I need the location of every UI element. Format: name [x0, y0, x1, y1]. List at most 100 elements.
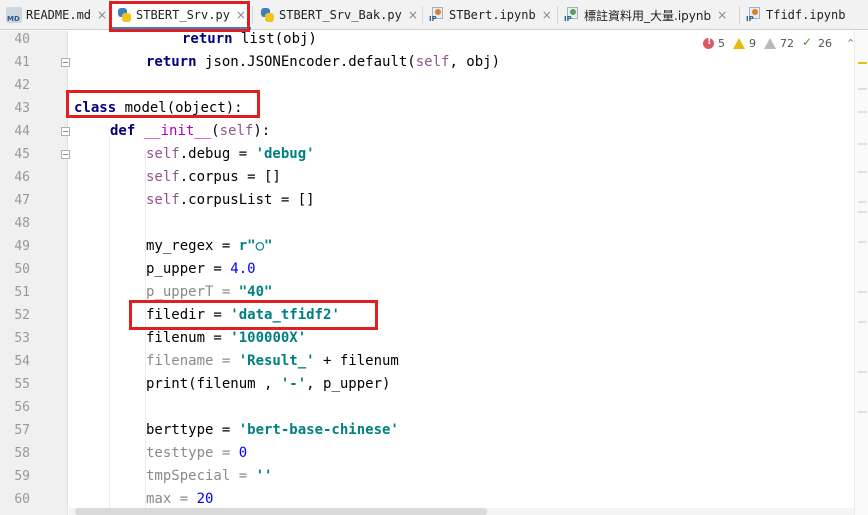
code-token: def: [110, 123, 136, 139]
typo-count[interactable]: 26: [802, 35, 832, 50]
code-token: testtype =: [146, 445, 239, 461]
code-editor[interactable]: return list(obj) return json.JSONEncoder.…: [69, 31, 854, 515]
code-token: self: [219, 123, 254, 139]
tab-stbert-notebook[interactable]: IP STBert.ipynb ×: [423, 0, 556, 30]
notebook-file-icon: IP: [564, 7, 580, 23]
line-number: 59: [14, 469, 30, 484]
tab-label: STBERT_Srv.py: [136, 8, 230, 22]
line-number: 52: [14, 308, 30, 323]
code-token: class: [74, 100, 117, 116]
code-line[interactable]: return list(obj): [182, 28, 317, 51]
close-icon[interactable]: ×: [97, 8, 107, 22]
indent-guide: [109, 136, 110, 515]
line-number: 50: [14, 262, 30, 277]
weak-warning-icon: [764, 37, 776, 49]
weak-warning-marker[interactable]: [858, 201, 867, 203]
code-token: filename =: [146, 353, 239, 369]
code-token: (: [211, 123, 220, 139]
weak-warning-marker[interactable]: [858, 291, 867, 293]
warning-count[interactable]: 9: [733, 37, 756, 50]
code-token: filenum =: [146, 330, 231, 346]
line-number: 58: [14, 446, 30, 461]
code-token: print(filenum ,: [146, 376, 281, 392]
code-line[interactable]: print(filenum , '-', p_upper): [146, 373, 390, 396]
code-line[interactable]: filename = 'Result_' + filenum: [146, 350, 399, 373]
weak-warning-marker[interactable]: [858, 111, 867, 113]
tab-stbert-srv-bak[interactable]: STBERT_Srv_Bak.py ×: [253, 0, 421, 30]
weak-warning-marker[interactable]: [858, 171, 867, 173]
code-line[interactable]: p_upper = 4.0: [146, 258, 256, 281]
code-token: ):: [225, 100, 243, 116]
code-token: , p_upper): [306, 376, 391, 392]
tab-label: STBERT_Srv_Bak.py: [279, 8, 402, 22]
code-line[interactable]: self.debug = 'debug': [146, 143, 315, 166]
weak-warning-marker[interactable]: [858, 411, 867, 413]
code-line[interactable]: return json.JSONEncoder.default(self, ob…: [146, 51, 500, 74]
weak-warning-marker[interactable]: [858, 241, 867, 243]
notebook-file-icon: IP: [429, 7, 445, 23]
code-line[interactable]: class model(object):: [74, 97, 243, 120]
code-token: __init__: [143, 123, 212, 139]
tab-annotation-notebook[interactable]: IP 標註資料用_大量.ipynb ×: [558, 0, 738, 30]
close-icon[interactable]: ×: [542, 8, 552, 22]
horizontal-scrollbar[interactable]: [69, 508, 854, 515]
notebook-file-icon: IP: [746, 7, 762, 23]
warning-marker[interactable]: [858, 62, 867, 64]
code-token: p_upperT =: [146, 284, 239, 300]
error-stripe[interactable]: [854, 31, 868, 515]
tab-stbert-srv[interactable]: STBERT_Srv.py ×: [110, 0, 251, 30]
weak-warning-marker[interactable]: [858, 88, 867, 90]
weak-warning-marker[interactable]: [858, 211, 867, 213]
code-token: r"○": [238, 238, 273, 254]
code-token: self: [146, 169, 180, 185]
code-line[interactable]: filenum = '100000X': [146, 327, 306, 350]
weak-warning-marker[interactable]: [858, 321, 867, 323]
editor-tab-bar: MD README.md × STBERT_Srv.py × STBERT_Sr…: [0, 0, 868, 30]
code-line[interactable]: my_regex = r"○": [146, 235, 272, 258]
code-token: self: [146, 146, 180, 162]
code-line[interactable]: filedir = 'data_tfidf2': [146, 304, 340, 327]
code-token: return: [146, 54, 197, 70]
close-icon[interactable]: ×: [236, 8, 246, 22]
line-number: 41: [14, 55, 30, 70]
close-icon[interactable]: ×: [717, 8, 727, 22]
line-number: 60: [14, 492, 30, 507]
code-token: 4.0: [230, 261, 256, 277]
line-number-gutter[interactable]: 40 41 42 43 44 45 46 47 48 49 50 51 52 53 54 55 56 57 58 59…: [0, 31, 70, 515]
code-line[interactable]: testtype = 0: [146, 442, 247, 465]
code-token: '-': [280, 376, 307, 392]
line-number: 51: [14, 285, 30, 300]
code-token: tmpSpecial =: [146, 468, 256, 484]
code-line[interactable]: berttype = 'bert-base-chinese': [146, 419, 399, 442]
tab-label: STBert.ipynb: [449, 8, 536, 22]
line-number: 45: [14, 147, 30, 162]
scrollbar-thumb[interactable]: [75, 508, 487, 515]
code-token: 20: [196, 491, 214, 507]
code-token: + filenum: [314, 353, 399, 369]
line-number: 47: [14, 193, 30, 208]
error-icon: [703, 36, 714, 49]
code-token: 'debug': [255, 146, 315, 162]
line-number: 48: [14, 216, 30, 231]
code-line[interactable]: def __init__(self):: [110, 120, 270, 143]
code-token: 'Result_': [238, 353, 315, 369]
line-number: 54: [14, 354, 30, 369]
error-count[interactable]: 5: [703, 36, 725, 50]
tab-label: Tfidf.ipynb: [766, 8, 846, 22]
markdown-file-icon: MD: [6, 7, 22, 23]
code-token: berttype =: [146, 422, 239, 438]
weak-warning-marker[interactable]: [858, 371, 867, 373]
code-line[interactable]: tmpSpecial = '': [146, 465, 272, 488]
python-file-icon: [259, 7, 275, 23]
weak-warning-count[interactable]: 72: [764, 37, 794, 50]
tab-tfidf-notebook[interactable]: IP Tfidf.ipynb: [740, 0, 868, 30]
code-line[interactable]: p_upperT = "40": [146, 281, 272, 304]
weak-warning-marker[interactable]: [858, 143, 867, 145]
code-line[interactable]: self.corpus = []: [146, 166, 281, 189]
close-icon[interactable]: ×: [408, 8, 418, 22]
code-token: 'data_tfidf2': [230, 307, 340, 323]
code-line[interactable]: self.corpusList = []: [146, 189, 315, 212]
tab-readme[interactable]: MD README.md ×: [0, 0, 108, 30]
inspection-widget[interactable]: 5 9 72 26 ⌃: [703, 35, 855, 51]
